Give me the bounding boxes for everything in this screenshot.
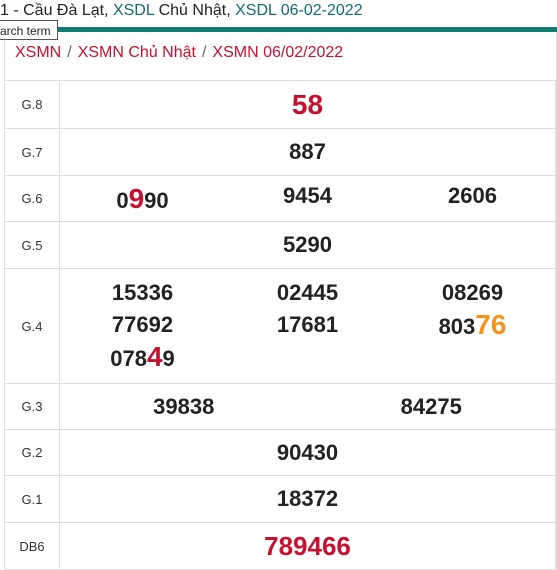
table-row-g2: G.2 90430: [4, 429, 556, 476]
prize-label: G.6: [4, 175, 60, 222]
breadcrumb-xsmn-date[interactable]: XSMN 06/02/2022: [212, 44, 343, 61]
prize-number: 9454: [283, 182, 332, 208]
breadcrumb-xsmn-chu-nhat[interactable]: XSMN Chủ Nhật: [78, 44, 196, 61]
digit: 803: [438, 314, 476, 339]
prize-label: G.7: [4, 128, 60, 176]
prize-number: 07849: [110, 341, 175, 375]
heading-link-xsdl-date[interactable]: XSDL 06-02-2022: [235, 2, 363, 19]
prize-label: G.4: [4, 268, 60, 384]
table-row-g1: G.1 18372: [4, 475, 556, 523]
digit: 90: [144, 187, 169, 213]
prize-label: G.5: [4, 221, 60, 269]
prize-label: G.2: [4, 429, 60, 476]
prize-number: 02445: [276, 280, 339, 305]
heading-mid: Chủ Nhật,: [154, 2, 236, 19]
prize-number: 2606: [448, 182, 497, 208]
prize-number: 887: [289, 139, 326, 164]
digit: 0: [116, 187, 129, 213]
table-row-g3: G.3 39838 84275: [4, 383, 556, 430]
prize-number: 15336: [111, 280, 174, 305]
prize-label: DB6: [4, 522, 60, 570]
prize-label: G.1: [4, 475, 60, 523]
results-table: G.8 58 G.7 887 G.6 0990 9454 2606 G.5 52…: [4, 80, 556, 570]
prize-number: 17681: [276, 312, 339, 337]
table-row-g7: G.7 887: [4, 128, 556, 176]
breadcrumb-separator: /: [201, 44, 207, 61]
prize-label: G.3: [4, 383, 60, 430]
prize-number: 90430: [276, 439, 339, 465]
highlight-digit: 4: [146, 341, 163, 372]
prize-number: 80376: [439, 309, 507, 343]
prize-number: 18372: [276, 486, 339, 511]
prize-number: 5290: [283, 232, 332, 257]
table-row-g4: G.4 15336 77692 07849 02445 17681 08269 …: [4, 268, 556, 384]
highlight-digit: 9: [128, 182, 145, 214]
heading-link-xsdl[interactable]: XSDL: [113, 2, 154, 19]
table-row-g5: G.5 5290: [4, 221, 556, 269]
table-row-g8: G.8 58: [4, 80, 556, 129]
heading-prefix: 1 - Cầu Đà Lạt,: [0, 2, 113, 19]
breadcrumb-separator: /: [67, 44, 72, 61]
digit: 9: [162, 346, 175, 371]
prize-number: 08269: [441, 280, 504, 305]
breadcrumb: XSMN / XSMN Chủ Nhật / XSMN 06/02/2022: [15, 44, 343, 62]
prize-label: G.8: [4, 80, 60, 129]
prize-number: 58: [291, 88, 324, 120]
digit: 078: [110, 346, 147, 371]
special-prize-number: 789466: [264, 530, 351, 561]
table-row-g6: G.6 0990 9454 2606: [4, 175, 556, 222]
prize-number: 0990: [116, 183, 168, 215]
tooltip: arch term: [0, 20, 58, 40]
breadcrumb-xsmn[interactable]: XSMN: [15, 44, 61, 61]
prize-number: 39838: [153, 393, 215, 419]
highlight-digits: 76: [475, 309, 507, 340]
prize-number: 84275: [400, 393, 462, 419]
prize-number: 77692: [111, 312, 174, 337]
table-row-db: DB6 789466: [4, 522, 556, 570]
